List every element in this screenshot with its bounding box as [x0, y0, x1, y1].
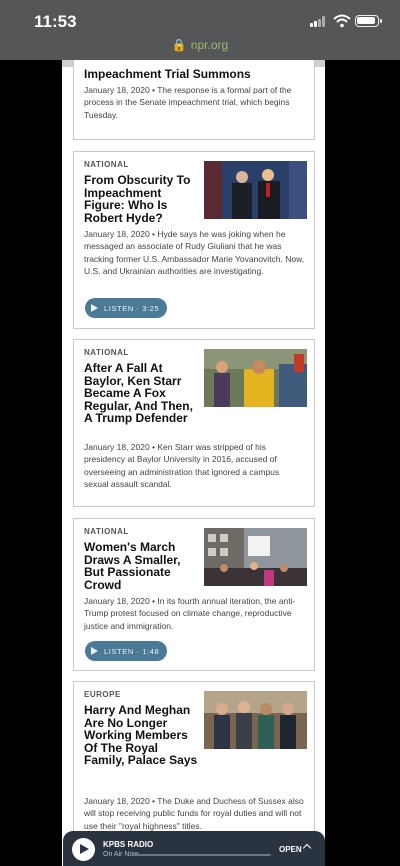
story-teaser: January 18, 2020 • The response is a for… — [84, 85, 292, 120]
story-section[interactable]: NATIONAL — [84, 160, 129, 169]
url-text: npr.org — [190, 38, 229, 52]
address-bar[interactable]: 🔒 npr.org — [0, 38, 400, 52]
story-card[interactable]: Impeachment Trial Summons January 18, 20… — [73, 60, 315, 140]
play-button[interactable] — [72, 838, 95, 861]
story-teaser: January 18, 2020 • The Duke and Duchess … — [84, 796, 304, 831]
story-teaser: January 18, 2020 • Hyde says he was joki… — [84, 229, 305, 276]
story-card[interactable]: NATIONAL From Obscurity To Impeachment F… — [73, 151, 315, 329]
story-title[interactable]: Harry And Meghan Are No Longer Working M… — [84, 704, 199, 767]
play-icon — [91, 647, 98, 655]
listen-button[interactable]: LISTEN · 1:48 — [85, 641, 168, 661]
listen-button[interactable]: LISTEN · 3:25 — [85, 298, 168, 318]
lock-icon: 🔒 — [171, 38, 187, 52]
story-section[interactable]: NATIONAL — [84, 348, 129, 357]
story-title[interactable]: From Obscurity To Impeachment Figure: Wh… — [84, 174, 199, 224]
story-image[interactable] — [204, 691, 307, 749]
story-teaser: January 18, 2020 • Ken Starr was strippe… — [84, 442, 280, 489]
story-image[interactable] — [204, 349, 307, 407]
story-card[interactable]: NATIONAL After A Fall At Baylor, Ken Sta… — [73, 339, 315, 507]
battery-icon — [355, 15, 382, 27]
cellular-signal-icon — [310, 16, 328, 27]
story-image[interactable] — [204, 161, 307, 219]
status-time: 11:53 — [34, 12, 77, 31]
story-card[interactable]: NATIONAL Women's March Draws A Smaller, … — [73, 518, 315, 671]
chevron-up-icon[interactable] — [302, 843, 312, 853]
story-image[interactable] — [204, 528, 307, 586]
player-progress — [133, 854, 271, 856]
wifi-icon — [333, 14, 351, 28]
story-teaser: January 18, 2020 • In its fourth annual … — [84, 596, 296, 631]
radio-player[interactable]: KPBS RADIO On Air Now OPEN — [63, 831, 325, 866]
story-section[interactable]: EUROPE — [84, 690, 121, 699]
page-content: Impeachment Trial Summons January 18, 20… — [62, 60, 325, 866]
open-player-button[interactable]: OPEN — [279, 845, 302, 854]
story-section[interactable]: NATIONAL — [84, 527, 129, 536]
story-title[interactable]: Impeachment Trial Summons — [84, 68, 309, 81]
status-bar: 11:53 🔒 npr.org — [0, 0, 400, 60]
play-icon — [91, 304, 98, 312]
station-name: KPBS RADIO — [103, 840, 154, 849]
story-title[interactable]: After A Fall At Baylor, Ken Starr Became… — [84, 362, 199, 425]
story-title[interactable]: Women's March Draws A Smaller, But Passi… — [84, 541, 199, 591]
